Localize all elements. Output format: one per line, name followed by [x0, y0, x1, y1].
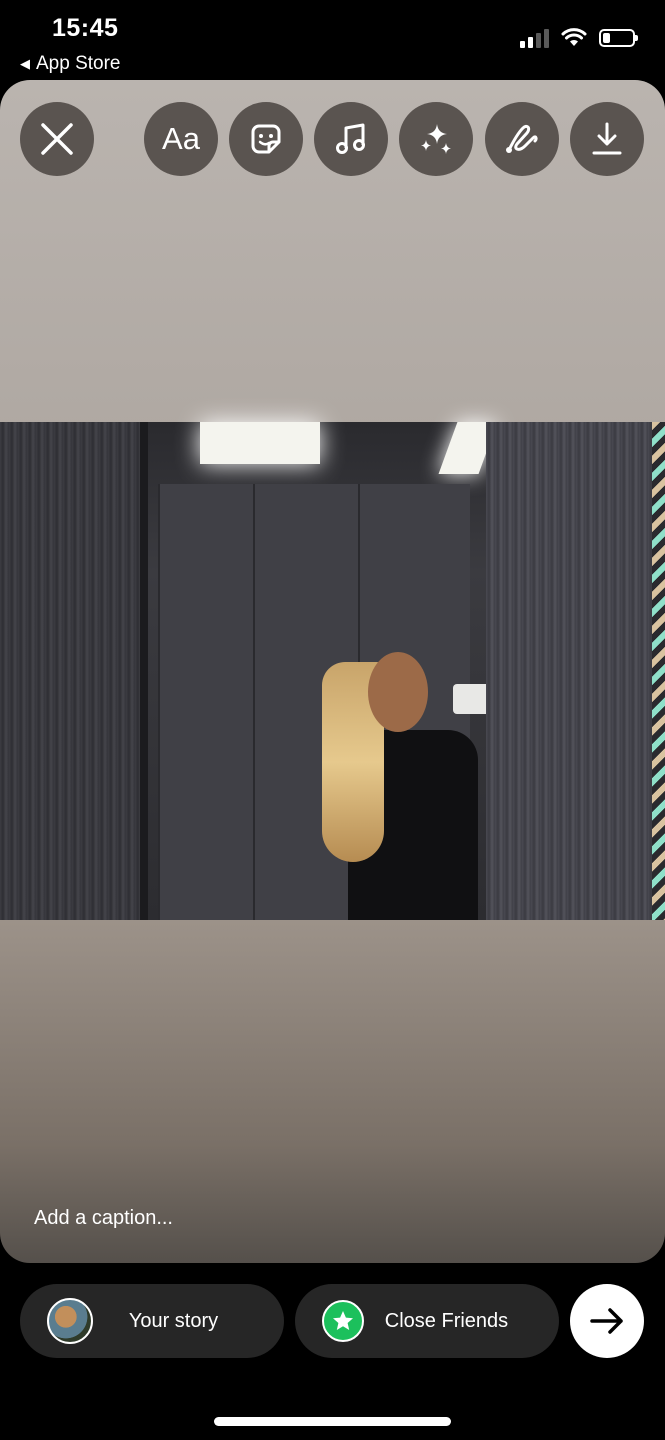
- sticker-icon: [251, 124, 281, 154]
- caption-input[interactable]: Add a caption...: [34, 1207, 173, 1230]
- home-indicator[interactable]: [214, 1417, 451, 1426]
- close-friends-button[interactable]: Close Friends: [295, 1284, 559, 1358]
- arrow-right-icon: [590, 1308, 623, 1334]
- close-icon: [41, 123, 73, 155]
- effects-icon: [421, 124, 451, 154]
- story-photo[interactable]: [0, 422, 665, 920]
- text-tool-button[interactable]: Aa: [144, 102, 218, 176]
- effects-tool-button[interactable]: [399, 102, 473, 176]
- draw-icon: [506, 124, 538, 153]
- music-tool-button[interactable]: [314, 102, 388, 176]
- download-icon: [592, 122, 622, 155]
- battery-icon: [599, 29, 638, 47]
- text-icon: Aa: [162, 121, 200, 156]
- next-button[interactable]: [570, 1284, 644, 1358]
- star-icon: [322, 1300, 364, 1342]
- close-button[interactable]: [20, 102, 94, 176]
- download-button[interactable]: [570, 102, 644, 176]
- wifi-icon: [561, 28, 587, 46]
- your-story-label: Your story: [128, 1309, 219, 1332]
- music-icon: [336, 123, 365, 154]
- status-bar: 15:45 ◀ App Store: [0, 0, 665, 80]
- sticker-tool-button[interactable]: [229, 102, 303, 176]
- back-triangle-icon: ◀: [20, 56, 30, 71]
- signal-icon: [520, 28, 549, 48]
- back-to-app-link[interactable]: ◀ App Store: [20, 53, 121, 75]
- close-friends-label: Close Friends: [384, 1309, 509, 1332]
- back-app-label: App Store: [36, 53, 121, 74]
- photo-mirror: [148, 422, 514, 920]
- system-icons: [520, 28, 638, 48]
- draw-tool-button[interactable]: [485, 102, 559, 176]
- clock-time: 15:45: [52, 14, 119, 42]
- avatar: [47, 1298, 93, 1344]
- your-story-button[interactable]: Your story: [20, 1284, 284, 1358]
- story-canvas[interactable]: Aa Add a caption...: [0, 80, 665, 1263]
- photo-person: [308, 652, 514, 920]
